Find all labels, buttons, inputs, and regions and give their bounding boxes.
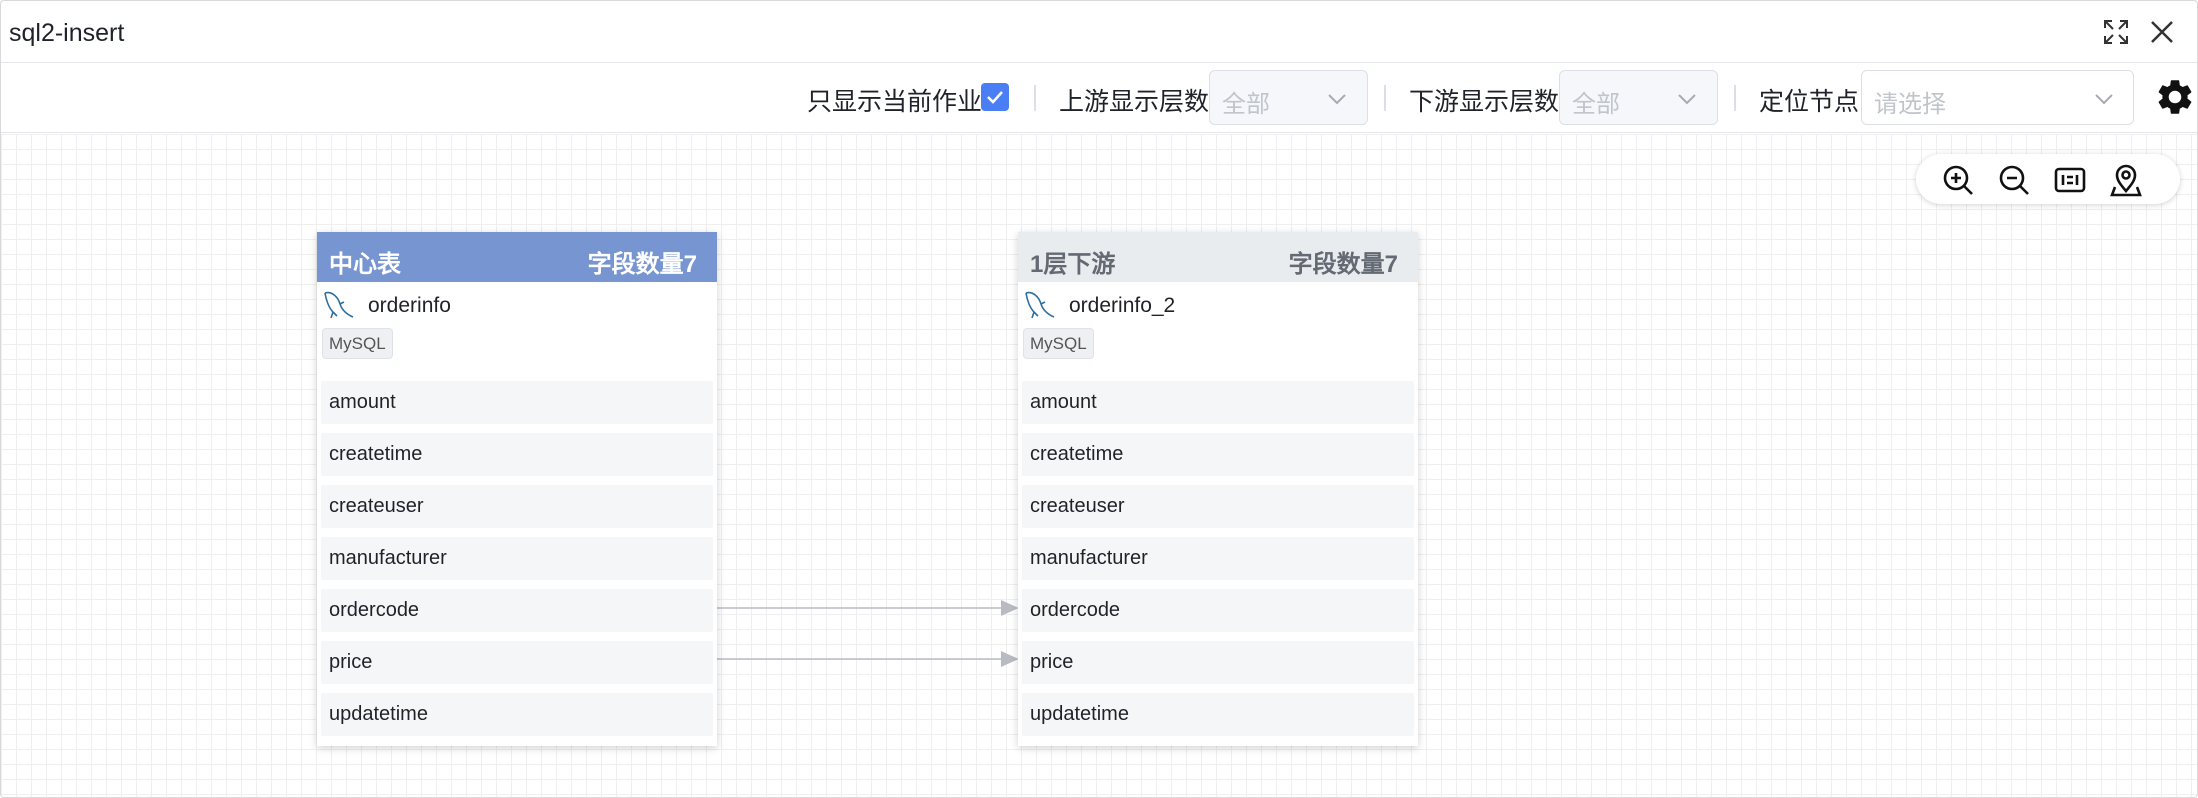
field-name: ordercode <box>329 599 420 621</box>
card-header: 1层下游 字段数量7 <box>1018 232 1418 282</box>
current-job-label: 只显示当前作业 <box>807 88 983 116</box>
center-table-card[interactable]: 中心表 字段数量7 orderinfo MySQL amount createt… <box>317 232 717 746</box>
field-row[interactable]: createuser <box>1022 485 1414 528</box>
window-title: sql2-insert <box>9 19 125 47</box>
table-role-label: 1层下游 <box>1030 251 1116 278</box>
upstream-select[interactable]: 全部 <box>1209 70 1368 125</box>
card-header: 中心表 字段数量7 <box>317 232 717 282</box>
db-type-badge: MySQL <box>1023 328 1094 359</box>
field-name: createtime <box>1030 443 1124 465</box>
fullscreen-icon[interactable] <box>2099 15 2133 49</box>
field-name: createuser <box>329 495 424 517</box>
field-row[interactable]: createtime <box>1022 433 1414 476</box>
locate-node-select[interactable]: 请选择 <box>1861 70 2134 125</box>
location-pin-icon[interactable] <box>2108 162 2144 198</box>
zoom-in-icon[interactable] <box>1940 162 1976 198</box>
field-row[interactable]: ordercode <box>321 589 713 632</box>
field-name: amount <box>329 391 396 413</box>
chevron-down-icon <box>1328 94 1346 105</box>
locate-node-placeholder: 请选择 <box>1874 91 1946 118</box>
downstream-label: 下游显示层数 <box>1409 88 1560 116</box>
downstream-select[interactable]: 全部 <box>1559 70 1718 125</box>
title-bar: sql2-insert <box>1 1 2197 63</box>
field-row[interactable]: createtime <box>321 433 713 476</box>
db-type-badge: MySQL <box>322 328 393 359</box>
mysql-dolphin-icon <box>1025 291 1055 319</box>
field-count-label: 字段数量7 <box>1288 251 1398 278</box>
canvas-controls <box>1916 154 2180 204</box>
divider <box>1034 85 1036 111</box>
downstream-value: 全部 <box>1572 91 1620 118</box>
field-row[interactable]: amount <box>1022 381 1414 424</box>
table-name: orderinfo_2 <box>1069 294 1176 317</box>
fit-view-icon[interactable] <box>2052 162 2088 198</box>
table-role-label: 中心表 <box>329 251 401 278</box>
field-name: updatetime <box>329 703 428 725</box>
upstream-label: 上游显示层数 <box>1059 88 1210 116</box>
downstream-table-card[interactable]: 1层下游 字段数量7 orderinfo_2 MySQL amount crea… <box>1018 232 1418 746</box>
field-name: createuser <box>1030 495 1125 517</box>
field-row[interactable]: amount <box>321 381 713 424</box>
field-name: manufacturer <box>1030 547 1148 569</box>
field-row[interactable]: manufacturer <box>321 537 713 580</box>
field-name: amount <box>1030 391 1097 413</box>
table-name: orderinfo <box>368 294 451 317</box>
field-row[interactable]: updatetime <box>1022 693 1414 736</box>
field-row[interactable]: updatetime <box>321 693 713 736</box>
zoom-out-icon[interactable] <box>1996 162 2032 198</box>
gear-icon[interactable] <box>2154 76 2196 118</box>
divider <box>1734 85 1736 111</box>
field-row[interactable]: price <box>1022 641 1414 684</box>
locate-node-label: 定位节点 <box>1759 88 1860 116</box>
field-row[interactable]: createuser <box>321 485 713 528</box>
field-name: ordercode <box>1030 599 1121 621</box>
chevron-down-icon <box>1678 94 1696 105</box>
field-row[interactable]: price <box>321 641 713 684</box>
lineage-window: sql2-insert 只显示当前作业 上游显示层数 全部 下游显示层数 全部 … <box>0 0 2198 798</box>
mysql-dolphin-icon <box>324 291 354 319</box>
current-job-checkbox[interactable] <box>981 83 1009 111</box>
chevron-down-icon <box>2095 94 2113 105</box>
field-name: price <box>1030 651 1074 673</box>
field-row[interactable]: ordercode <box>1022 589 1414 632</box>
field-name: createtime <box>329 443 423 465</box>
field-name: updatetime <box>1030 703 1129 725</box>
upstream-value: 全部 <box>1222 91 1270 118</box>
close-icon[interactable] <box>2145 15 2179 49</box>
field-name: manufacturer <box>329 547 447 569</box>
divider <box>1384 85 1386 111</box>
field-count-label: 字段数量7 <box>587 251 697 278</box>
field-row[interactable]: manufacturer <box>1022 537 1414 580</box>
field-name: price <box>329 651 373 673</box>
